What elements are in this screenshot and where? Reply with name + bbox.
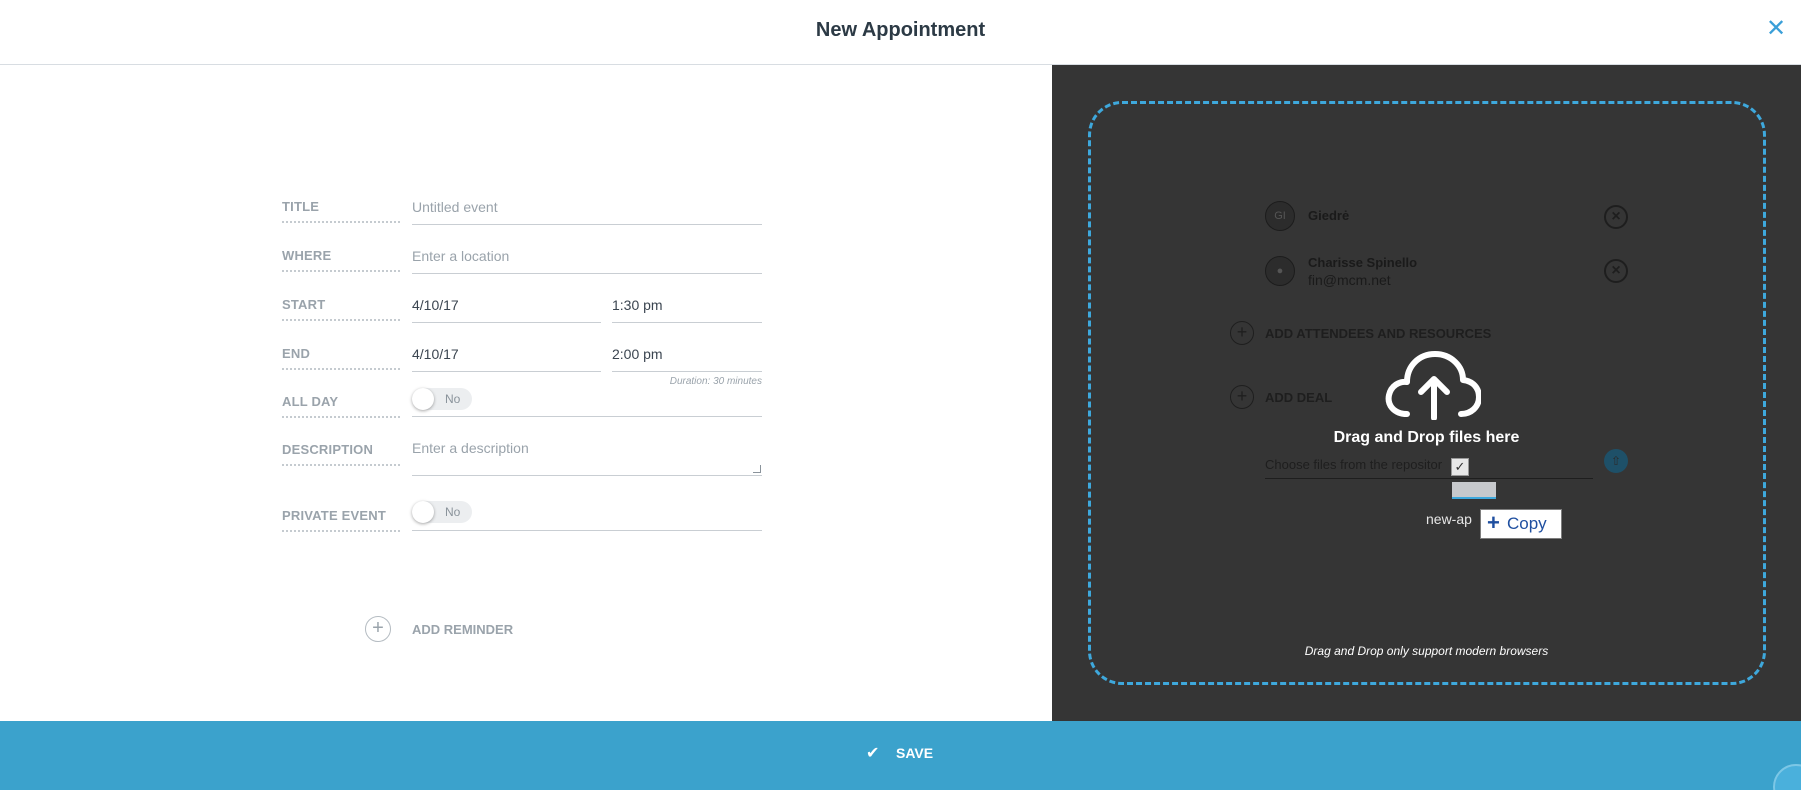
drag-checkbox-icon: ✓ xyxy=(1451,458,1469,476)
checkmark-icon: ✔ xyxy=(866,745,880,762)
private-event-value: No xyxy=(445,505,461,519)
appointment-form: TITLE Untitled event WHERE Enter a locat… xyxy=(0,65,1052,721)
description-placeholder: Enter a description xyxy=(412,440,529,456)
where-label: WHERE xyxy=(282,248,400,272)
private-event-toggle[interactable]: No xyxy=(412,501,472,523)
add-attendees-label: ADD ATTENDEES AND RESOURCES xyxy=(1265,326,1492,341)
file-drop-overlay[interactable]: GI Giedrė × ● Charisse Spinello fin@mcm.… xyxy=(1052,65,1801,721)
duration-text: Duration: 30 minutes xyxy=(669,376,762,387)
all-day-value: No xyxy=(445,392,461,406)
add-circle-icon: + xyxy=(1230,385,1254,409)
title-label: TITLE xyxy=(282,199,400,223)
all-day-toggle[interactable]: No xyxy=(412,388,472,410)
start-time-input[interactable]: 1:30 pm xyxy=(612,297,762,323)
attendee-email: fin@mcm.net xyxy=(1308,272,1391,288)
remove-attendee-icon: × xyxy=(1604,259,1628,283)
close-icon[interactable]: ✕ xyxy=(1763,16,1789,42)
cloud-upload-small-icon: ⇧ xyxy=(1604,449,1628,473)
appointment-dialog: New Appointment ✕ TITLE Untitled event W… xyxy=(0,0,1801,790)
description-input[interactable]: Enter a description xyxy=(412,440,762,476)
add-circle-icon: + xyxy=(365,616,391,642)
all-day-label: ALL DAY xyxy=(282,394,400,418)
toggle-knob xyxy=(412,501,434,523)
copy-label: Copy xyxy=(1507,514,1547,533)
plus-icon: + xyxy=(1487,510,1500,535)
files-input: Choose files from the repositor xyxy=(1265,457,1593,479)
title-input[interactable]: Untitled event xyxy=(412,199,762,225)
add-reminder-label: ADD REMINDER xyxy=(412,622,514,637)
drop-zone-note: Drag and Drop only support modern browse… xyxy=(1304,644,1549,658)
attendee-name: Charisse Spinello xyxy=(1308,255,1418,270)
description-label: DESCRIPTION xyxy=(282,442,400,466)
end-date-input[interactable]: 4/10/17 xyxy=(412,346,601,372)
cloud-upload-icon xyxy=(1385,351,1481,420)
remove-attendee-icon: × xyxy=(1604,205,1628,229)
attendee-avatar-person-icon: ● xyxy=(1265,256,1295,286)
save-label: SAVE xyxy=(896,745,934,761)
start-date-input[interactable]: 4/10/17 xyxy=(412,297,601,323)
private-event-underline xyxy=(412,530,762,531)
start-label: START xyxy=(282,297,400,321)
attendee-name: Giedrė xyxy=(1308,208,1350,223)
where-input[interactable]: Enter a location xyxy=(412,248,762,274)
end-label: END xyxy=(282,346,400,370)
add-circle-icon: + xyxy=(1230,321,1254,345)
dialog-title: New Appointment xyxy=(815,19,986,41)
add-deal-label: ADD DEAL xyxy=(1265,390,1333,405)
copy-tooltip: + Copy xyxy=(1480,509,1562,539)
chat-bubble-icon[interactable] xyxy=(1773,764,1801,790)
all-day-underline xyxy=(412,416,762,417)
drag-preview xyxy=(1452,482,1496,499)
toggle-knob xyxy=(412,388,434,410)
dialog-footer: ✔ SAVE xyxy=(0,721,1801,790)
dragged-file-name: new-ap xyxy=(1426,511,1472,527)
dialog-header: New Appointment ✕ xyxy=(0,0,1801,65)
private-event-label: PRIVATE EVENT xyxy=(282,508,400,532)
attendee-avatar: GI xyxy=(1265,201,1295,231)
resize-handle-icon[interactable] xyxy=(753,465,761,473)
end-time-input[interactable]: 2:00 pm xyxy=(612,346,762,372)
drop-zone-title: Drag and Drop files here xyxy=(1333,429,1520,446)
